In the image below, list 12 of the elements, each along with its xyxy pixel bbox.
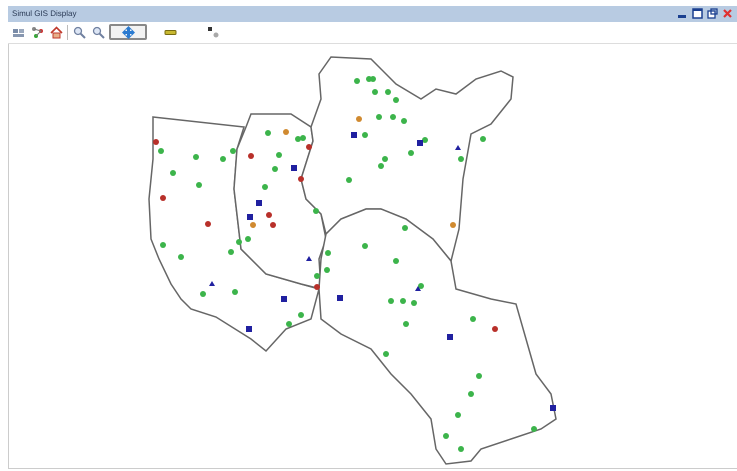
pointer-icon — [206, 26, 220, 39]
zoom-out-icon — [92, 26, 104, 39]
tool-button[interactable] — [205, 24, 221, 40]
restore-icon[interactable] — [707, 8, 718, 20]
close-icon[interactable] — [722, 8, 733, 20]
pan-arrows-icon — [122, 26, 134, 39]
home-icon — [50, 26, 62, 39]
window-title: Simul GIS Display — [12, 9, 78, 18]
network-icon — [30, 26, 44, 39]
zoom-in-icon — [72, 26, 86, 39]
tool-button[interactable] — [48, 24, 64, 40]
maximize-icon[interactable] — [692, 8, 703, 20]
